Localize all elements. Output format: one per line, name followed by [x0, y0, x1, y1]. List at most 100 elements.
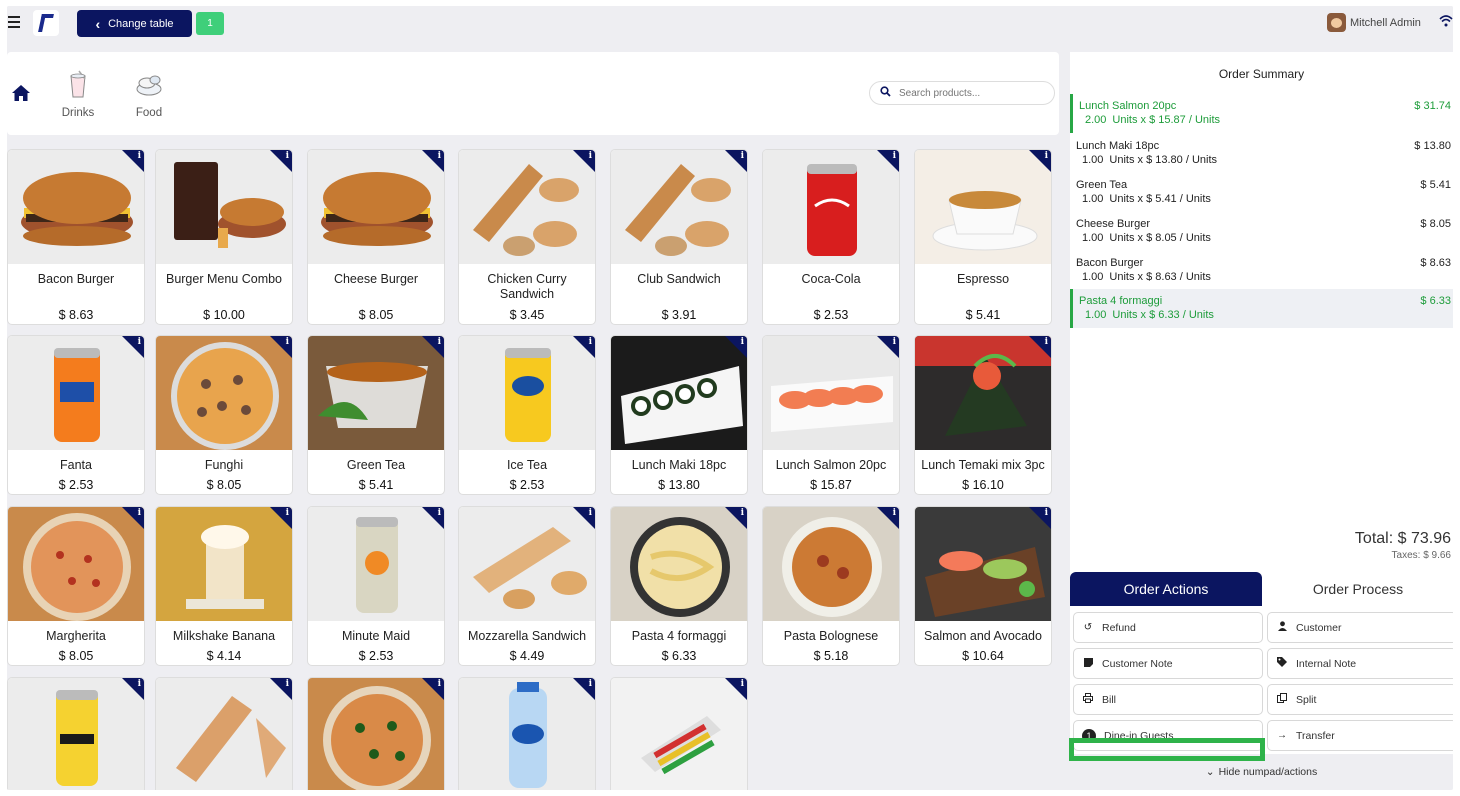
- search-input[interactable]: [899, 87, 1039, 99]
- copy-icon: [1276, 693, 1288, 706]
- product-card[interactable]: i Salmon and Avocado $ 10.64: [914, 506, 1052, 666]
- product-price: $ 2.53: [509, 478, 545, 492]
- order-line[interactable]: Green Tea $ 5.41 1.00 Units x $ 5.41 / Unit…: [1070, 173, 1453, 212]
- info-glyph: i: [892, 337, 896, 347]
- order-total: Total: $ 73.96: [1354, 530, 1451, 547]
- order-line-name: Bacon Burger: [1076, 257, 1144, 269]
- product-price: $ 8.63: [58, 308, 94, 322]
- order-line-detail: Units x $ 8.63 / Units: [1109, 271, 1211, 283]
- product-card[interactable]: i Coca-Cola $ 2.53: [762, 149, 900, 325]
- product-name: Ice Tea: [506, 458, 548, 472]
- tab-order-actions[interactable]: Order Actions: [1070, 572, 1262, 606]
- transfer-button[interactable]: → Transfer: [1267, 720, 1453, 751]
- printer-icon: [1082, 693, 1094, 706]
- info-glyph: i: [285, 508, 289, 518]
- order-line-price: $ 5.41: [1420, 179, 1451, 191]
- order-line-qty: 1.00 Units x $ 8.63 / Units: [1082, 271, 1211, 283]
- wifi-icon: [1439, 14, 1453, 31]
- category-drinks[interactable]: Drinks: [48, 69, 108, 119]
- product-card[interactable]: i: [610, 677, 748, 790]
- order-line[interactable]: Bacon Burger $ 8.63 1.00 Units x $ 8.63 / U…: [1070, 251, 1453, 290]
- product-name: Margherita: [46, 629, 106, 643]
- split-button[interactable]: Split: [1267, 684, 1453, 715]
- product-card[interactable]: i Chicken Curry Sandwich $ 3.45: [458, 149, 596, 325]
- info-glyph: i: [588, 337, 592, 347]
- order-line[interactable]: Lunch Salmon 20pc $ 31.74 2.00 Units x $ 15…: [1070, 94, 1453, 133]
- category-food[interactable]: Food: [119, 69, 179, 119]
- product-name: Pasta Bolognese: [783, 629, 879, 643]
- product-card[interactable]: i Mozzarella Sandwich $ 4.49: [458, 506, 596, 666]
- product-price: $ 2.53: [58, 478, 94, 492]
- product-card[interactable]: i Club Sandwich $ 3.91: [610, 149, 748, 325]
- order-line-quantity: 1.00: [1082, 154, 1104, 166]
- product-card[interactable]: i Milkshake Banana $ 4.14: [155, 506, 293, 666]
- product-card[interactable]: i Ice Tea $ 2.53: [458, 335, 596, 495]
- product-price: $ 13.80: [658, 478, 700, 492]
- menu-icon[interactable]: [8, 16, 20, 28]
- info-glyph: i: [437, 151, 441, 161]
- product-card[interactable]: i: [458, 677, 596, 790]
- order-panel: Order Summary Lunch Salmon 20pc $ 31.74 2.…: [1070, 52, 1453, 790]
- user-menu[interactable]: Mitchell Admin: [1327, 13, 1421, 32]
- info-glyph: i: [1044, 151, 1048, 161]
- bill-label: Bill: [1102, 693, 1117, 706]
- product-card[interactable]: i Cheese Burger $ 8.05: [307, 149, 445, 325]
- product-name: Minute Maid: [341, 629, 411, 643]
- product-card[interactable]: i Lunch Temaki mix 3pc $ 16.10: [914, 335, 1052, 495]
- change-table-button[interactable]: ‹ Change table: [77, 10, 192, 37]
- order-line[interactable]: Pasta 4 formaggi $ 6.33 1.00 Units x $ 6.33…: [1070, 289, 1453, 328]
- home-icon[interactable]: [11, 84, 31, 102]
- product-card[interactable]: i Green Tea $ 5.41: [307, 335, 445, 495]
- product-card[interactable]: i Fanta $ 2.53: [7, 335, 145, 495]
- bill-button[interactable]: Bill: [1073, 684, 1263, 715]
- product-name: Espresso: [956, 272, 1010, 286]
- product-grid: i Bacon Burger $ 8.63 i Burger Menu Combo $ 1…: [7, 149, 1059, 790]
- info-glyph: i: [740, 151, 744, 161]
- search-bar[interactable]: [869, 81, 1055, 105]
- info-glyph: i: [740, 337, 744, 347]
- product-price: $ 6.33: [661, 649, 697, 663]
- product-card[interactable]: i Pasta Bolognese $ 5.18: [762, 506, 900, 666]
- product-card[interactable]: i Minute Maid $ 2.53: [307, 506, 445, 666]
- order-line-quantity: 2.00: [1085, 114, 1107, 126]
- order-taxes: Taxes: $ 9.66: [1391, 550, 1451, 561]
- note-icon: [1082, 657, 1094, 670]
- order-line-quantity: 1.00: [1085, 309, 1107, 321]
- order-line[interactable]: Lunch Maki 18pc $ 13.80 1.00 Units x $ 13.8…: [1070, 134, 1453, 173]
- info-glyph: i: [285, 679, 289, 689]
- product-name: Green Tea: [346, 458, 406, 472]
- tab-order-process[interactable]: Order Process: [1262, 572, 1453, 606]
- customer-button[interactable]: Customer: [1267, 612, 1453, 643]
- order-line-qty: 1.00 Units x $ 13.80 / Units: [1082, 154, 1217, 166]
- customer-note-label: Customer Note: [1102, 657, 1173, 670]
- order-line-detail: Units x $ 8.05 / Units: [1109, 232, 1211, 244]
- product-name: Chicken Curry Sandwich: [487, 272, 567, 301]
- product-card[interactable]: i Lunch Salmon 20pc $ 15.87: [762, 335, 900, 495]
- internal-note-label: Internal Note: [1296, 657, 1357, 670]
- product-card[interactable]: i Funghi $ 8.05: [155, 335, 293, 495]
- info-glyph: i: [588, 508, 592, 518]
- info-glyph: i: [285, 151, 289, 161]
- order-line-name: Cheese Burger: [1076, 218, 1150, 230]
- internal-note-button[interactable]: Internal Note: [1267, 648, 1453, 679]
- product-price: $ 8.05: [358, 308, 394, 322]
- product-card[interactable]: i: [7, 677, 145, 790]
- table-number-badge[interactable]: 1: [196, 12, 224, 35]
- product-card[interactable]: i Burger Menu Combo $ 10.00: [155, 149, 293, 325]
- chevrons-down-icon: ⌄: [1205, 766, 1215, 778]
- refund-button[interactable]: ↺ Refund: [1073, 612, 1263, 643]
- product-card[interactable]: i: [307, 677, 445, 790]
- customer-note-button[interactable]: Customer Note: [1073, 648, 1263, 679]
- product-card[interactable]: i Margherita $ 8.05: [7, 506, 145, 666]
- product-card[interactable]: i Pasta 4 formaggi $ 6.33: [610, 506, 748, 666]
- product-name: Lunch Salmon 20pc: [775, 458, 887, 472]
- product-card[interactable]: i Lunch Maki 18pc $ 13.80: [610, 335, 748, 495]
- info-glyph: i: [137, 508, 141, 518]
- transfer-label: Transfer: [1296, 729, 1335, 742]
- product-card[interactable]: i: [155, 677, 293, 790]
- order-line-quantity: 1.00: [1082, 193, 1104, 205]
- product-card[interactable]: i Bacon Burger $ 8.63: [7, 149, 145, 325]
- order-line-qty: 1.00 Units x $ 6.33 / Units: [1085, 309, 1214, 321]
- product-card[interactable]: i Espresso $ 5.41: [914, 149, 1052, 325]
- order-line[interactable]: Cheese Burger $ 8.05 1.00 Units x $ 8.05 / …: [1070, 212, 1453, 251]
